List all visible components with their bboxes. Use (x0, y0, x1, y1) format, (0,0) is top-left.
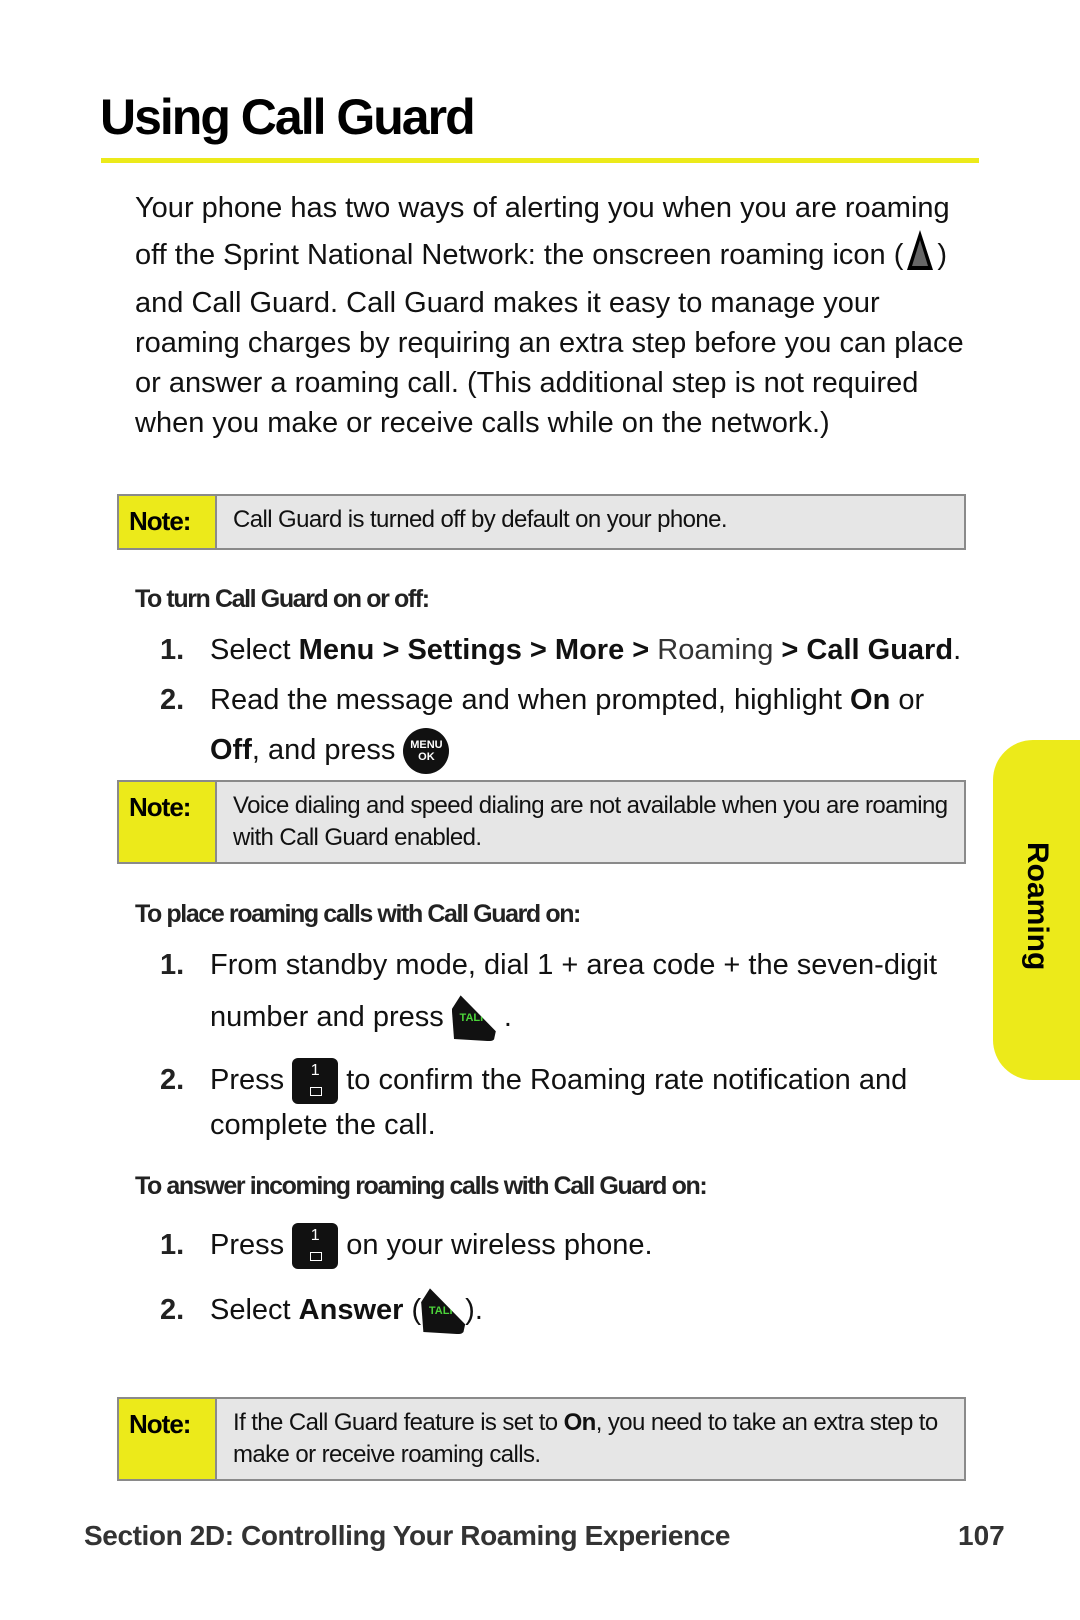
on-label: On (563, 1409, 597, 1436)
note-label: Note: (119, 1399, 217, 1479)
period: . (503, 1001, 512, 1033)
step-item: 2. Read the message and when prompted, hi… (160, 675, 980, 775)
key-label: MENU (410, 739, 443, 752)
step-text: Select (210, 1294, 299, 1326)
note-label: Note: (119, 496, 217, 548)
step-text: Read the message and when prompted, high… (210, 684, 851, 716)
one-key-icon: 1 (292, 1223, 339, 1270)
step-number: 1. (160, 634, 185, 666)
step-number: 1. (160, 949, 185, 981)
envelope-icon (310, 1252, 323, 1262)
separator: > (773, 634, 807, 666)
page-number: 107 (958, 1520, 1005, 1551)
call-guard-label: Call Guard (806, 634, 954, 666)
separator: > (624, 634, 658, 666)
step-text: Press (210, 1229, 293, 1261)
note-text: Voice dialing and speed dialing are not … (233, 792, 948, 851)
step-text: From standby mode, dial 1 + area code + … (210, 949, 938, 981)
menu-ok-key-icon: MENU OK (403, 728, 450, 775)
intro-text-before: Your phone has two ways of alerting you … (135, 192, 950, 271)
settings-label: Settings (407, 634, 522, 666)
answer-label: Answer (298, 1294, 404, 1326)
on-label: On (850, 684, 891, 716)
off-label: Off (210, 734, 252, 766)
note-box-voice-dialing: Note: Voice dialing and speed dialing ar… (117, 780, 966, 864)
step-item: 1. Select Menu > Settings > More > Roamin… (160, 625, 980, 675)
note-text-part: If the Call Guard feature is set to (233, 1409, 564, 1436)
step-text: Select (210, 634, 299, 666)
step-text: ). (465, 1294, 483, 1326)
step-number: 2. (160, 1294, 185, 1326)
page-title: Using Call Guard (100, 89, 476, 145)
step-text: ( (403, 1294, 422, 1326)
step-text: Press (210, 1064, 293, 1096)
separator: > (521, 634, 555, 666)
envelope-icon (310, 1087, 323, 1097)
note-box-extra-step: Note: If the Call Guard feature is set t… (117, 1397, 966, 1481)
step-item: 1. Press 1 on your wireless phone. (160, 1220, 980, 1270)
step-text: or (890, 684, 925, 716)
one-key-icon: 1 (292, 1058, 339, 1105)
step-text: , and press (251, 734, 404, 766)
period: . (953, 634, 962, 666)
step-text: complete the call. (210, 1109, 436, 1141)
step-number: 2. (160, 1064, 185, 1096)
key-label: OK (418, 751, 435, 764)
subhead-answer-calls: To answer incoming roaming calls with Ca… (135, 1172, 708, 1200)
step-item: 2. Select Answer (TALK). (160, 1285, 980, 1335)
roaming-label: Roaming (657, 634, 774, 666)
separator: > (374, 634, 408, 666)
step-number: 1. (160, 1229, 185, 1261)
side-tab-label: Roaming (1021, 842, 1054, 971)
step-text: to confirm the Roaming rate notification… (338, 1064, 908, 1096)
step-text: on your wireless phone. (338, 1229, 653, 1261)
note-text: Call Guard is turned off by default on y… (233, 506, 727, 533)
step-number: 2. (160, 684, 185, 716)
talk-key-icon: TALK (451, 995, 496, 1042)
footer-section-title: Section 2D: Controlling Your Roaming Exp… (84, 1520, 731, 1551)
step-item: 1. From standby mode, dial 1 + area code … (160, 940, 980, 1042)
note-text: If the Call Guard feature is set to On, … (217, 1399, 964, 1479)
menu-label: Menu (298, 634, 375, 666)
more-label: More (554, 634, 625, 666)
subhead-turn-on-off: To turn Call Guard on or off: (135, 585, 430, 613)
subhead-place-calls: To place roaming calls with Call Guard o… (135, 900, 581, 928)
step-item: 2. Press 1 to confirm the Roaming rate no… (160, 1055, 980, 1145)
title-rule (101, 158, 979, 163)
roaming-icon (905, 228, 935, 283)
intro-paragraph: Your phone has two ways of alerting you … (135, 188, 975, 443)
note-box-default-off: Note: Call Guard is turned off by defaul… (117, 494, 966, 550)
key-label: 1 (310, 1227, 320, 1245)
talk-key-icon: TALK (421, 1288, 466, 1335)
key-label: 1 (310, 1062, 320, 1080)
step-text: number and press (210, 1001, 452, 1033)
note-label: Note: (119, 782, 217, 862)
